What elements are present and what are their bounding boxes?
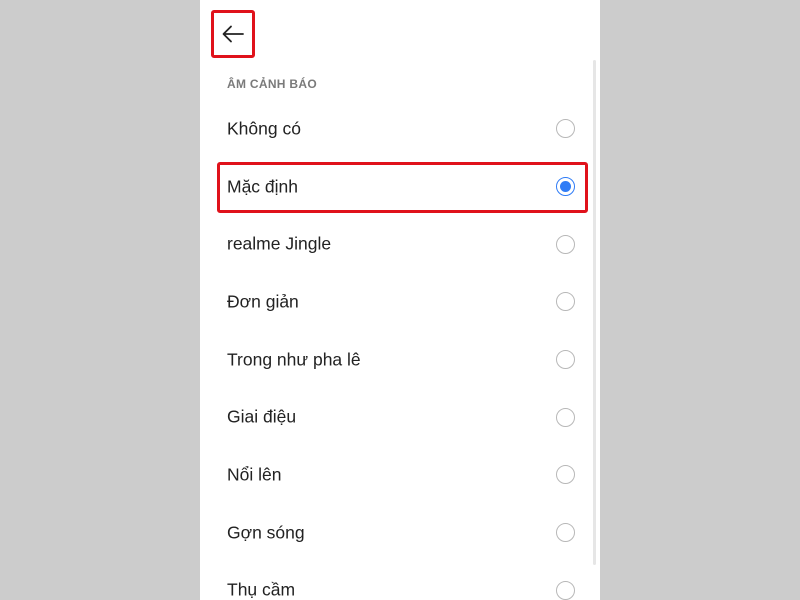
option-don-gian[interactable]: Đơn giản	[200, 273, 600, 331]
option-label: Trong như pha lê	[227, 349, 361, 370]
section-title: ÂM CẢNH BÁO	[227, 77, 317, 91]
option-label: Gợn sóng	[227, 522, 305, 543]
option-mac-dinh[interactable]: Mặc định	[200, 158, 600, 216]
option-label: Đơn giản	[227, 291, 299, 312]
settings-screen: ÂM CẢNH BÁO Không có Mặc định realme Jin…	[200, 0, 600, 600]
option-khong-co[interactable]: Không có	[200, 100, 600, 158]
option-realme-jingle[interactable]: realme Jingle	[200, 215, 600, 273]
radio-button[interactable]	[556, 292, 575, 312]
radio-button-selected[interactable]	[556, 177, 575, 197]
option-label: Thụ cầm	[227, 579, 296, 600]
option-thu-cam[interactable]: Thụ cầm	[200, 562, 600, 600]
radio-button[interactable]	[556, 119, 575, 139]
radio-button[interactable]	[556, 523, 575, 543]
option-trong-nhu-pha-le[interactable]: Trong như pha lê	[200, 331, 600, 389]
option-label: Nổi lên	[227, 464, 282, 485]
radio-button[interactable]	[556, 407, 575, 427]
back-button[interactable]	[211, 10, 255, 58]
option-gon-song[interactable]: Gợn sóng	[200, 504, 600, 562]
option-label: realme Jingle	[227, 233, 332, 254]
option-label: Mặc định	[227, 176, 299, 197]
radio-button[interactable]	[556, 350, 575, 370]
arrow-left-icon	[222, 25, 244, 43]
radio-button[interactable]	[556, 234, 575, 254]
option-label: Giai điệu	[227, 406, 297, 427]
option-noi-len[interactable]: Nổi lên	[200, 446, 600, 504]
radio-button[interactable]	[556, 465, 575, 485]
ringtone-option-list: Không có Mặc định realme Jingle Đơn giản…	[200, 100, 600, 600]
option-label: Không có	[227, 118, 301, 139]
radio-button[interactable]	[556, 580, 575, 600]
option-giai-dieu[interactable]: Giai điệu	[200, 388, 600, 446]
